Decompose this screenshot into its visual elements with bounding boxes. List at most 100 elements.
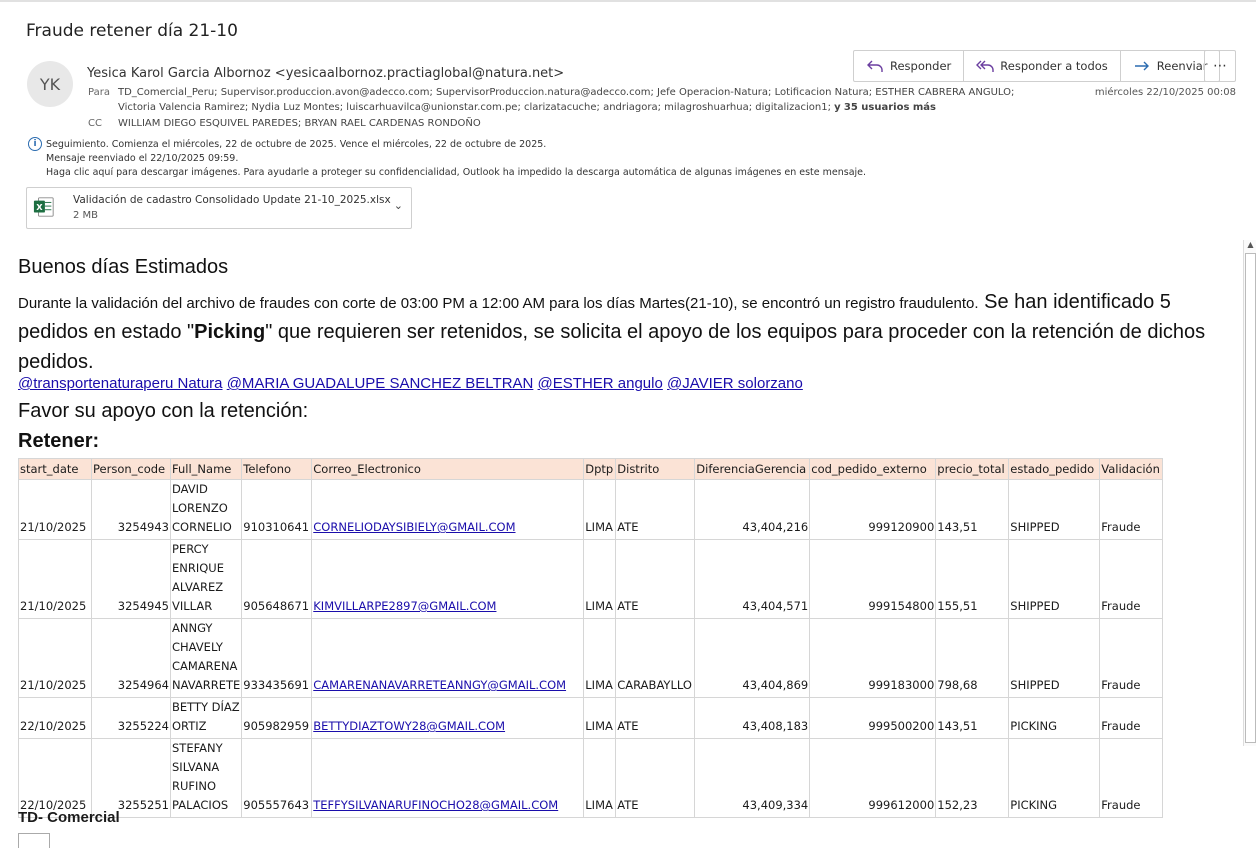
cell-validacion: Fraude (1099, 539, 1164, 619)
col-person-code: Person_code (91, 458, 171, 480)
mentions-line: @transportenaturaperu Natura @MARIA GUAD… (18, 375, 803, 392)
intro-bold-picking: Picking (194, 321, 266, 343)
chevron-down-icon[interactable]: ⌄ (394, 199, 403, 212)
cell-email: KIMVILLARPE2897@GMAIL.COM (311, 539, 585, 619)
cell-person-code: 3254964 (91, 618, 171, 698)
cell-distrito: ATE (615, 539, 696, 619)
col-correo: Correo_Electronico (311, 458, 585, 480)
request-text: Favor su apoyo con la retención: (18, 400, 309, 422)
scroll-up-icon[interactable]: ▲ (1245, 240, 1256, 252)
attachment-card[interactable]: X Validación de cadastro Consolidado Upd… (26, 187, 412, 229)
cell-estado-pedido: PICKING (1008, 738, 1101, 818)
cell-diferencia-gerencia: 43,404,571 (694, 539, 811, 619)
info-followup: Seguimiento. Comienza el miércoles, 22 d… (46, 139, 547, 150)
col-full-name: Full_Name (169, 458, 243, 480)
scrollbar-thumb[interactable] (1245, 253, 1256, 743)
to-line-2: Victoria Valencia Ramirez; Nydia Luz Mon… (118, 102, 936, 113)
cell-validacion: Fraude (1099, 479, 1164, 540)
cell-cod-pedido: 999120900 (809, 479, 937, 540)
cell-cod-pedido: 999612000 (809, 738, 937, 818)
cell-precio-total: 143,51 (935, 479, 1010, 540)
cc-line: CC WILLIAM DIEGO ESQUIVEL PAREDES; BRYAN … (88, 118, 481, 129)
cell-person-code: 3255224 (91, 697, 171, 739)
col-estado-pedido: estado_pedido (1008, 458, 1101, 480)
cell-person-code: 3255251 (91, 738, 171, 818)
col-validacion: Validación (1099, 458, 1164, 480)
cell-person-code: 3254945 (91, 539, 171, 619)
email-link[interactable]: KIMVILLARPE2897@GMAIL.COM (313, 599, 496, 613)
fraud-orders-table: start_date Person_code Full_Name Telefon… (18, 458, 1164, 818)
intro-paragraph: Durante la validación del archivo de fra… (18, 288, 1240, 378)
col-cod-pedido: cod_pedido_externo (809, 458, 937, 480)
cell-estado-pedido: SHIPPED (1008, 479, 1101, 540)
cell-cod-pedido: 999500200 (809, 697, 937, 739)
email-subject: Fraude retener día 21-10 (26, 21, 238, 41)
email-link[interactable]: BETTYDIAZTOWY28@GMAIL.COM (313, 719, 505, 733)
to-more-link[interactable]: 35 usuarios más (844, 102, 936, 113)
cell-precio-total: 798,68 (935, 618, 1010, 698)
cell-start-date: 22/10/2025 (18, 697, 92, 739)
email-link[interactable]: CORNELIODAYSIBIELY@GMAIL.COM (313, 520, 515, 534)
info-forwarded: Mensaje reenviado el 22/10/2025 09:59. (46, 153, 239, 164)
forward-label: Reenviar (1156, 59, 1208, 73)
cell-email: BETTYDIAZTOWY28@GMAIL.COM (311, 697, 585, 739)
top-border (0, 0, 1256, 2)
scrollbar[interactable]: ▲ (1243, 240, 1256, 746)
cell-telefono: 905557643 (241, 738, 313, 818)
cc-recipients[interactable]: WILLIAM DIEGO ESQUIVEL PAREDES; BRYAN RA… (118, 118, 481, 129)
cell-distrito: ATE (615, 479, 696, 540)
table-row: 21/10/2025 3254964 ANNGY CHAVELY CAMAREN… (18, 618, 1164, 698)
forward-icon (1134, 61, 1149, 71)
cell-validacion: Fraude (1099, 618, 1164, 698)
cell-person-code: 3254943 (91, 479, 171, 540)
reply-all-button[interactable]: Responder a todos (964, 51, 1121, 81)
email-link[interactable]: TEFFYSILVANARUFINOCHO28@GMAIL.COM (313, 798, 558, 812)
reply-button[interactable]: Responder (854, 51, 965, 81)
cell-full-name: ANNGY CHAVELY CAMARENA NAVARRETE (169, 618, 243, 698)
more-options-button[interactable]: ⋯ (1204, 50, 1236, 82)
cell-distrito: CARABAYLLO (615, 618, 696, 698)
cell-estado-pedido: SHIPPED (1008, 539, 1101, 619)
cell-start-date: 21/10/2025 (18, 539, 92, 619)
cell-start-date: 21/10/2025 (18, 479, 92, 540)
cell-full-name: STEFANY SILVANA RUFINO PALACIOS (169, 738, 243, 818)
col-dptp: Dptp (583, 458, 617, 480)
signature-image-placeholder (18, 833, 50, 848)
reply-icon (867, 60, 883, 72)
email-link[interactable]: CAMARENANAVARRETEANNGY@GMAIL.COM (313, 678, 566, 692)
cell-diferencia-gerencia: 43,404,216 (694, 479, 811, 540)
cell-dptp: LIMA (583, 697, 617, 739)
to-recipients-1[interactable]: TD_Comercial_Peru; Supervisor.produccion… (118, 87, 1014, 98)
avatar[interactable]: YK (27, 61, 73, 107)
attachment-name: Validación de cadastro Consolidado Updat… (73, 194, 391, 206)
table-header-row: start_date Person_code Full_Name Telefon… (18, 458, 1164, 480)
col-start-date: start_date (18, 458, 92, 480)
cell-telefono: 933435691 (241, 618, 313, 698)
cell-validacion: Fraude (1099, 738, 1164, 818)
to-recipients-2[interactable]: Victoria Valencia Ramirez; Nydia Luz Mon… (118, 102, 831, 113)
cell-telefono: 910310641 (241, 479, 313, 540)
excel-icon-letter: X (36, 202, 43, 212)
cell-dptp: LIMA (583, 479, 617, 540)
sender-address[interactable]: Yesica Karol Garcia Albornoz <yesicaalbo… (87, 66, 564, 81)
table-row: 21/10/2025 3254943 DAVID LORENZO CORNELI… (18, 479, 1164, 540)
signature: TD- Comercial (18, 809, 120, 826)
cell-cod-pedido: 999154800 (809, 539, 937, 619)
mention-transporte[interactable]: @transportenaturaperu Natura (18, 375, 223, 392)
cell-distrito: ATE (615, 697, 696, 739)
mention-maria[interactable]: @MARIA GUADALUPE SANCHEZ BELTRAN (227, 375, 534, 392)
cell-dptp: LIMA (583, 539, 617, 619)
table-row: 22/10/2025 3255224 BETTY DÍAZ ORTIZ 9059… (18, 697, 1164, 739)
retain-heading: Retener: (18, 430, 100, 452)
table-row: 21/10/2025 3254945 PERCY ENRIQUE ALVAREZ… (18, 539, 1164, 619)
cell-distrito: ATE (615, 738, 696, 818)
attachment-size: 2 MB (73, 210, 99, 221)
intro-text-small: Durante la validación del archivo de fra… (18, 295, 979, 312)
cell-dptp: LIMA (583, 738, 617, 818)
mention-esther[interactable]: @ESTHER angulo (538, 375, 663, 392)
info-download-images[interactable]: Haga clic aquí para descargar imágenes. … (46, 167, 866, 178)
cell-precio-total: 143,51 (935, 697, 1010, 739)
mention-javier[interactable]: @JAVIER solorzano (667, 375, 803, 392)
cell-start-date: 22/10/2025 (18, 738, 92, 818)
cell-start-date: 21/10/2025 (18, 618, 92, 698)
